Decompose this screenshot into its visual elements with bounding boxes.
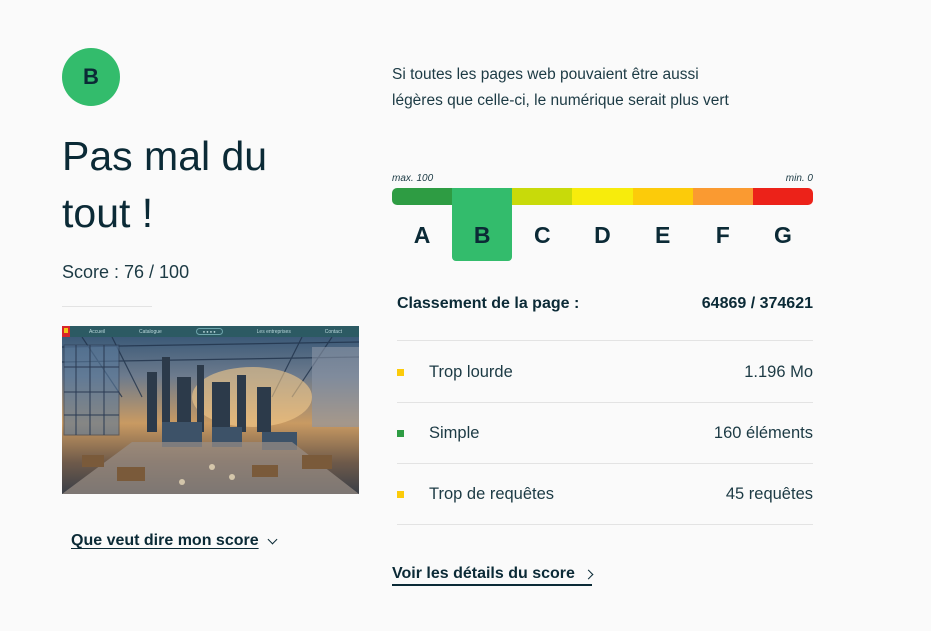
thumbnail-nav-item: Catalogue [139, 328, 162, 335]
metric-label: Simple [429, 423, 480, 442]
scale-min-label: min. 0 [785, 173, 813, 184]
thumbnail-nav-item: Les entreprises [256, 328, 291, 335]
page-screenshot-thumbnail: Accueil Catalogue ● ● ● ● Les entreprise… [62, 326, 359, 494]
score-details-link[interactable]: Voir les détails du score [392, 565, 594, 586]
thumbnail-nav-item: Accueil [88, 328, 106, 335]
scale-max-label: max. 100 [392, 173, 434, 184]
metric-value: 45 requêtes [725, 484, 813, 503]
metric-label: Trop lourde [429, 362, 513, 381]
factory-illustration [62, 337, 359, 494]
thumbnail-search: ● ● ● ● [195, 328, 223, 335]
grade-letter-e: E [654, 222, 671, 248]
grade-letter-b: B [452, 188, 513, 261]
grade-letter-d: D [594, 222, 611, 248]
thumbnail-nav: Accueil Catalogue ● ● ● ● Les entreprise… [62, 326, 359, 337]
grade-letter-g: G [773, 222, 792, 248]
thumbnail-nav-item: Contact [324, 328, 342, 335]
status-dot-icon [397, 429, 404, 437]
status-dot-icon [397, 368, 404, 376]
chevron-right-icon [583, 569, 594, 579]
ranking-row: Classement de la page : 64869 / 374621 [397, 295, 813, 341]
thumbnail-logo-icon [62, 326, 70, 337]
grade-letter-f: F [715, 222, 730, 248]
score-explanation-link[interactable]: Que veut dire mon score [71, 532, 278, 550]
chevron-down-icon [267, 534, 278, 544]
ranking-label: Classement de la page : [397, 295, 580, 312]
grade-letter-a: A [413, 222, 431, 248]
score-details-label: Voir les détails du score [392, 565, 575, 582]
metric-label: Trop de requêtes [429, 484, 555, 503]
score-text: Score : 76 / 100 [62, 262, 190, 282]
grade-badge: B [62, 48, 120, 106]
metric-value: 160 éléments [713, 423, 813, 442]
factory-image [62, 337, 359, 494]
divider [62, 306, 152, 307]
intro-text: Si toutes les pages web pouvaient être a… [392, 66, 729, 109]
status-dot-icon [397, 490, 404, 498]
metric-row-weight: Trop lourde 1.196 Mo [397, 342, 813, 403]
metric-row-requests: Trop de requêtes 45 requêtes [397, 464, 813, 525]
page-title: Pas mal du tout ! [62, 133, 268, 236]
ranking-value: 64869 / 374621 [701, 295, 813, 312]
grade-letter-c: C [534, 222, 551, 248]
grade-scale-letters: ABC D E F G [392, 188, 813, 261]
metric-row-complexity: Simple 160 éléments [397, 403, 813, 464]
score-explanation-label: Que veut dire mon score [71, 532, 259, 549]
metric-value: 1.196 Mo [744, 362, 813, 381]
